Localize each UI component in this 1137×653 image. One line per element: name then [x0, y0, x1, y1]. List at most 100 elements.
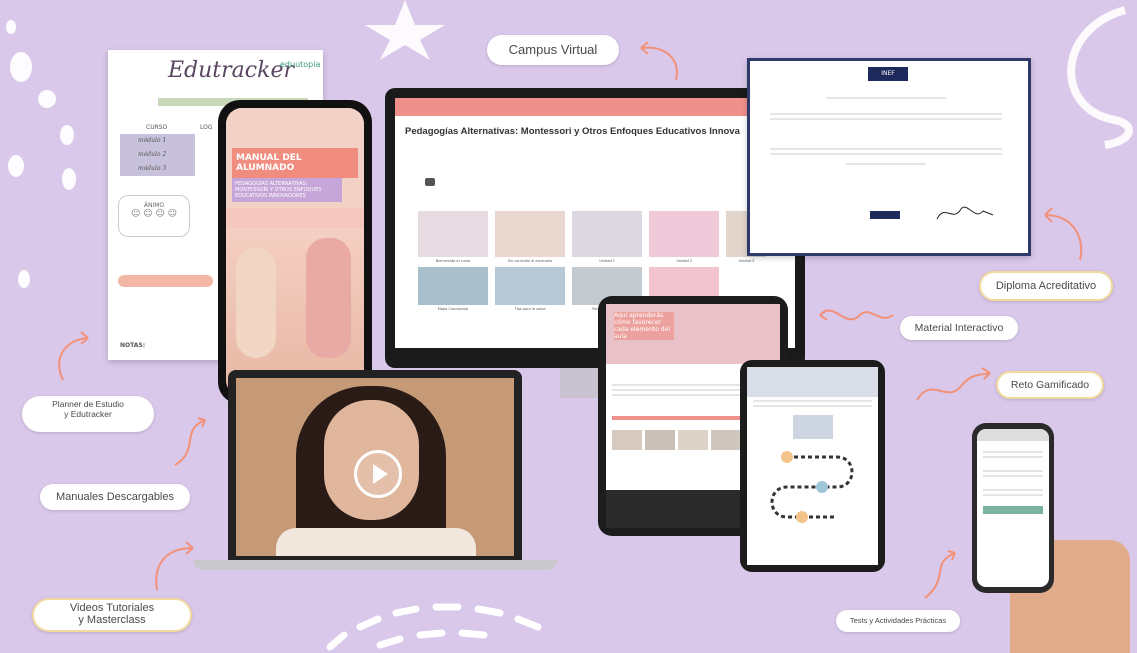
swirl-shape: [1067, 6, 1133, 149]
tablet-heading: Aquí aprenderás cómo favorecer cada elem…: [614, 312, 674, 340]
module-thumb[interactable]: Bienvenida al curso: [418, 211, 488, 263]
planner-row: módulo 1: [138, 137, 167, 144]
mood-label: ÁNIMO: [143, 202, 165, 209]
signature-icon: [936, 206, 994, 220]
campus-virtual-label: Campus Virtual: [487, 35, 619, 65]
planner-col-curso: CURSO: [146, 124, 168, 131]
diploma-label: Diploma Acreditativo: [979, 271, 1113, 301]
gallery-thumb[interactable]: [711, 430, 741, 450]
gallery-thumb[interactable]: [678, 430, 708, 450]
arrow-icon: [1044, 207, 1083, 261]
laptop-video: [228, 370, 522, 560]
planner-brand: Edutracker: [168, 58, 294, 83]
text-line: [753, 405, 872, 407]
submit-button[interactable]: [983, 506, 1043, 514]
module-thumb[interactable]: Unidad 2: [649, 211, 720, 263]
progress-pill: [118, 275, 213, 287]
arrow-icon: [174, 417, 206, 466]
planner-label: Planner de Estudio y Edutracker: [22, 396, 154, 432]
back-icon[interactable]: [425, 178, 435, 186]
module-grid: Bienvenida al curso Sin conexión al esce…: [417, 210, 795, 263]
smiley-icon: ☺ ☺ ☺ ☺: [130, 209, 178, 219]
arrow-icon: [916, 367, 991, 401]
module-thumb[interactable]: Tips para la salud: [495, 267, 566, 311]
manual-screen: MANUAL DEL ALUMNADO PEDAGOGÍAS ALTERNATI…: [226, 108, 364, 396]
arrow-icon: [640, 41, 678, 81]
text-line: [753, 400, 872, 402]
deco-dot: [18, 270, 30, 288]
module-caption: Unidad 1: [599, 259, 616, 263]
module-caption: Bienvenida al curso: [435, 259, 471, 263]
smartphone-tests: [972, 423, 1054, 593]
manual-title: MANUAL DEL ALUMNADO: [232, 148, 358, 178]
tests-header: [977, 429, 1049, 441]
campus-navbar: [395, 98, 795, 116]
text-line: [846, 163, 926, 165]
text-line: [983, 470, 1043, 472]
star-shape: [365, 0, 445, 60]
text-line: [983, 451, 1043, 453]
planner-row: módulo 3: [138, 165, 167, 172]
child-figure: [306, 238, 351, 358]
tablet2-image: [792, 415, 833, 439]
deco-dot: [6, 20, 16, 34]
reto-gamificado-label: Reto Gamificado: [996, 371, 1104, 399]
module-caption: Unidad 2: [676, 259, 693, 263]
diploma-body: [750, 91, 1022, 173]
laptop-base: [193, 560, 557, 570]
gallery-thumb[interactable]: [645, 430, 675, 450]
deco-dot: [8, 155, 24, 177]
module-caption: Sin conexión al escenario: [507, 259, 553, 263]
tablet-gamified: [740, 360, 885, 572]
planner-row: módulo 2: [138, 151, 167, 158]
module-caption: Unidad 3: [738, 259, 755, 263]
play-icon[interactable]: [354, 450, 402, 498]
play-triangle-icon: [373, 464, 388, 484]
deco-dot: [60, 125, 74, 145]
game-node-icon: [796, 511, 808, 523]
planner-col-log: LOG: [200, 124, 213, 131]
course-title: Pedagogías Alternativas: Montessori y Ot…: [405, 126, 740, 137]
deco-dot: [62, 168, 76, 190]
diploma-seal: [870, 211, 900, 219]
videos-label: Videos Tutoriales y Masterclass: [32, 598, 192, 632]
text-line: [770, 118, 1002, 120]
bottom-dash-arc: [326, 603, 542, 651]
module-caption: Mapa Conceptual: [437, 307, 469, 311]
tests-label: Tests y Actividades Prácticas: [836, 610, 960, 632]
mood-box: ÁNIMO ☺ ☺ ☺ ☺: [118, 195, 190, 237]
text-line: [770, 153, 1002, 155]
diploma-certificate: INEF: [747, 58, 1031, 256]
arrow-icon: [155, 541, 194, 591]
arrow-icon: [819, 309, 894, 321]
promo-canvas: Campus Virtual Diploma Acreditativo Mate…: [0, 0, 1137, 653]
tests-screen: [977, 429, 1049, 587]
text-line: [770, 113, 1002, 115]
deco-dot: [38, 90, 56, 108]
arrow-icon: [924, 550, 956, 599]
game-node-icon: [781, 451, 793, 463]
smartphone-manual: MANUAL DEL ALUMNADO PEDAGOGÍAS ALTERNATI…: [218, 100, 372, 404]
text-line: [983, 494, 1043, 496]
planner-logo: eduutopia: [280, 60, 321, 69]
text-line: [983, 489, 1043, 491]
diploma-logo: INEF: [868, 67, 908, 81]
text-line: [826, 97, 946, 99]
planner-notes: NOTAS:: [120, 342, 146, 349]
gallery-thumb[interactable]: [612, 430, 642, 450]
planner-rows: módulo 1 módulo 2 módulo 3: [120, 134, 195, 176]
deco-dot: [10, 52, 32, 82]
text-line: [983, 456, 1043, 458]
game-node-icon: [816, 481, 828, 493]
manuales-label: Manuales Descargables: [40, 484, 190, 510]
module-thumb[interactable]: Unidad 1: [572, 211, 643, 263]
tablet-gamified-screen: [747, 367, 878, 565]
material-interactivo-label: Material Interactivo: [900, 316, 1018, 340]
arrow-icon: [58, 331, 89, 381]
video-screen: [236, 378, 514, 556]
module-thumb[interactable]: Mapa Conceptual: [418, 267, 488, 311]
presenter-shirt: [276, 528, 476, 556]
module-thumb[interactable]: Sin conexión al escenario: [495, 211, 566, 263]
tablet-hero: Aquí aprenderás cómo favorecer cada elem…: [606, 304, 780, 364]
text-line: [770, 148, 1002, 150]
